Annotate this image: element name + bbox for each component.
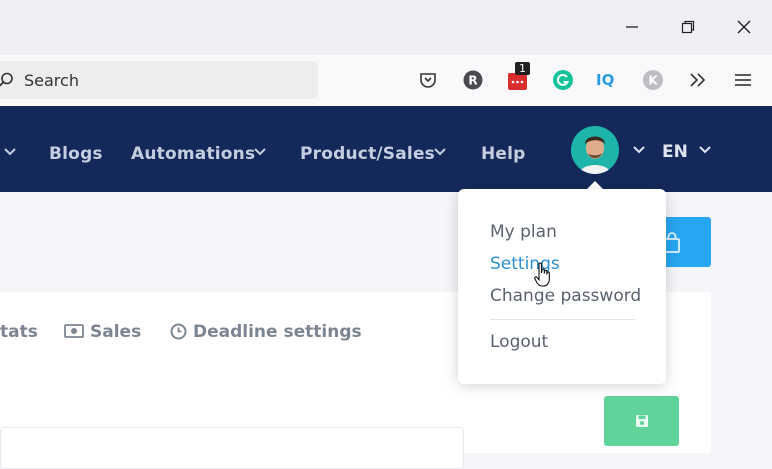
language-selector[interactable]: EN [662,142,688,162]
restore-icon [681,20,695,34]
overflow-icon [690,73,706,87]
pocket-icon [420,73,436,88]
menu-item-my-plan[interactable]: My plan [490,222,557,242]
money-icon [64,324,84,338]
avatar[interactable] [571,126,619,174]
nav-item-help[interactable]: Help [481,144,526,164]
chevron-down-icon[interactable] [4,146,16,158]
k-icon: K [643,70,663,90]
nav-item-automations[interactable]: Automations [131,144,255,164]
notification-badge: 1 [515,62,530,75]
save-button[interactable] [604,396,679,446]
menu-button[interactable] [731,68,755,92]
restore-button[interactable] [673,12,703,42]
browser-titlebar [0,0,772,55]
tab-sales[interactable]: Sales [90,322,141,342]
grammarly-button[interactable] [551,68,575,92]
grammarly-icon [553,70,573,90]
tab-deadline-settings[interactable]: Deadline settings [193,322,362,342]
hand-cursor-icon [534,262,550,287]
k-extension-button[interactable]: K [641,68,665,92]
svg-text:R: R [468,74,477,88]
save-icon [635,415,648,427]
iq-extension-button[interactable]: IQ [595,68,619,92]
chevron-down-icon[interactable] [254,146,266,158]
user-avatar-icon [571,126,619,174]
r-extension-button[interactable]: R [461,68,485,92]
iq-icon: IQ [596,71,614,89]
tab-stats[interactable]: tats [0,322,38,342]
close-button[interactable] [729,12,759,42]
menu-item-change-password[interactable]: Change password [490,286,641,306]
nav-item-product-sales[interactable]: Product/Sales [300,144,435,164]
overflow-button[interactable] [686,68,710,92]
menu-item-logout[interactable]: Logout [490,332,548,352]
r-icon: R [463,70,483,90]
chevron-down-icon[interactable] [633,144,645,156]
clock-icon [170,323,187,340]
app-navbar: Blogs Automations Product/Sales Help EN [0,106,772,192]
chevron-down-icon[interactable] [434,146,446,158]
minimize-icon [626,26,638,28]
search-bar[interactable]: Search [0,61,318,99]
user-dropdown-menu: My plan Settings Change password Logout [458,189,666,384]
pocket-button[interactable] [416,68,440,92]
dropdown-arrow [587,181,603,189]
chevron-down-icon[interactable] [699,144,711,156]
nav-item-blogs[interactable]: Blogs [49,144,103,164]
svg-text:IQ: IQ [596,71,614,89]
browser-toolbar: Search R 1 IQ K [0,55,772,107]
search-placeholder: Search [24,71,79,90]
minimize-button[interactable] [617,12,647,42]
notification-extension-button[interactable]: 1 [506,62,530,92]
search-icon [0,72,13,87]
menu-divider [490,319,635,320]
svg-text:K: K [648,74,658,88]
menu-icon [735,74,751,86]
close-icon [737,20,751,34]
text-input[interactable] [0,427,464,469]
